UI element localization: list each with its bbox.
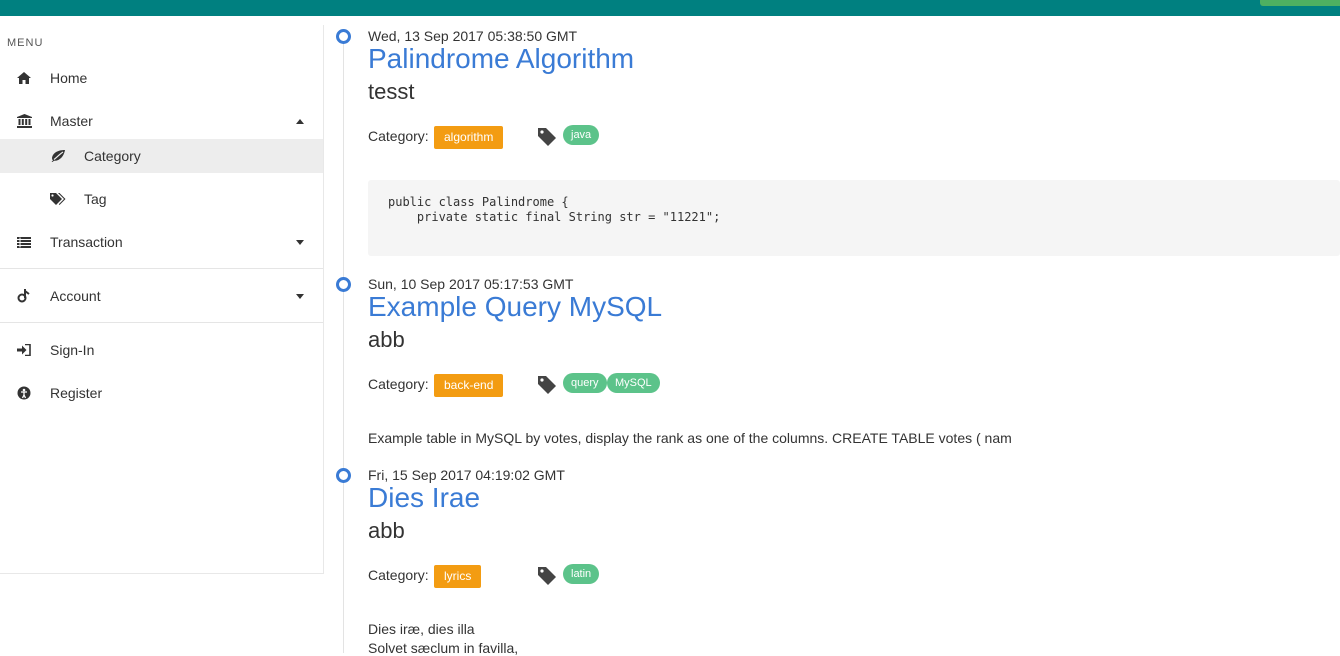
post-title-link[interactable]: Palindrome Algorithm	[368, 43, 634, 75]
list-icon	[16, 234, 32, 250]
register-icon	[16, 385, 32, 401]
post-card: Fri, 15 Sep 2017 04:19:02 GMT Dies Irae …	[368, 467, 1340, 656]
tags-icon	[50, 191, 66, 207]
sidebar-item-master[interactable]: Master	[0, 104, 323, 138]
sidebar-item-label: Master	[50, 113, 93, 129]
sidebar: MENU Home Master Category Tag Transactio…	[0, 25, 324, 574]
sidebar-item-label: Home	[50, 70, 88, 86]
sidebar-item-label: Category	[84, 148, 141, 164]
code-text: public class Palindrome { private static…	[388, 195, 721, 224]
sidebar-item-label: Tag	[84, 191, 107, 207]
tag-icon	[537, 127, 557, 147]
sidebar-item-label: Register	[50, 385, 103, 401]
top-navbar	[0, 0, 1340, 16]
sidebar-item-transaction[interactable]: Transaction	[0, 225, 323, 259]
sidebar-divider	[0, 268, 323, 269]
category-badge[interactable]: lyrics	[434, 565, 482, 588]
sidebar-item-register[interactable]: Register	[0, 376, 323, 410]
sidebar-item-sign-in[interactable]: Sign-In	[0, 333, 323, 367]
category-label: Category:	[368, 376, 429, 392]
post-subtitle: tesst	[368, 79, 415, 104]
tag-pill[interactable]: latin	[563, 564, 600, 584]
post-card: Sun, 10 Sep 2017 05:17:53 GMT Example Qu…	[368, 276, 1340, 446]
category-label: Category:	[368, 567, 429, 583]
sidebar-item-account[interactable]: Account	[0, 279, 323, 313]
sidebar-item-category[interactable]: Category	[0, 139, 323, 173]
menu-header: MENU	[7, 37, 44, 49]
post-subtitle: abb	[368, 518, 405, 543]
post-card: Wed, 13 Sep 2017 05:38:50 GMT Palindrome…	[368, 28, 1340, 258]
category-label: Category:	[368, 128, 429, 144]
post-subtitle: abb	[368, 327, 405, 352]
sign-in-icon	[16, 342, 32, 358]
timeline-dot	[336, 29, 351, 44]
post-excerpt-line: Dies iræ, dies illa	[368, 621, 475, 637]
post-title-link[interactable]: Dies Irae	[368, 482, 480, 514]
home-icon	[16, 70, 32, 86]
chevron-down-icon	[296, 293, 304, 299]
post-excerpt: Example table in MySQL by votes, display…	[368, 430, 1012, 446]
code-snippet: public class Palindrome { private static…	[368, 180, 1340, 256]
sidebar-item-label: Transaction	[50, 234, 123, 250]
post-date: Sun, 10 Sep 2017 05:17:53 GMT	[368, 276, 574, 292]
post-date: Fri, 15 Sep 2017 04:19:02 GMT	[368, 467, 565, 483]
tag-icon	[537, 375, 557, 395]
chevron-down-icon	[296, 239, 304, 245]
sidebar-item-label: Account	[50, 288, 101, 304]
tag-icon	[537, 566, 557, 586]
timeline-dot	[336, 277, 351, 292]
timeline-line	[343, 36, 344, 653]
sidebar-item-label: Sign-In	[50, 342, 95, 358]
sidebar-item-tag[interactable]: Tag	[0, 182, 323, 216]
top-right-button[interactable]	[1260, 0, 1340, 6]
category-badge[interactable]: algorithm	[434, 126, 504, 149]
account-icon	[16, 288, 32, 304]
timeline-dot	[336, 468, 351, 483]
post-excerpt-line: Solvet sæclum in favilla,	[368, 640, 519, 656]
sidebar-divider	[0, 322, 323, 323]
leaf-icon	[50, 148, 66, 164]
tag-pill[interactable]: MySQL	[607, 373, 660, 393]
category-badge[interactable]: back-end	[434, 374, 504, 397]
tag-pill[interactable]: query	[563, 373, 607, 393]
post-title-link[interactable]: Example Query MySQL	[368, 291, 662, 323]
post-date: Wed, 13 Sep 2017 05:38:50 GMT	[368, 28, 578, 44]
chevron-up-icon	[296, 118, 304, 124]
sidebar-item-home[interactable]: Home	[0, 61, 323, 95]
tag-pill[interactable]: java	[563, 125, 600, 145]
bank-icon	[16, 113, 32, 129]
